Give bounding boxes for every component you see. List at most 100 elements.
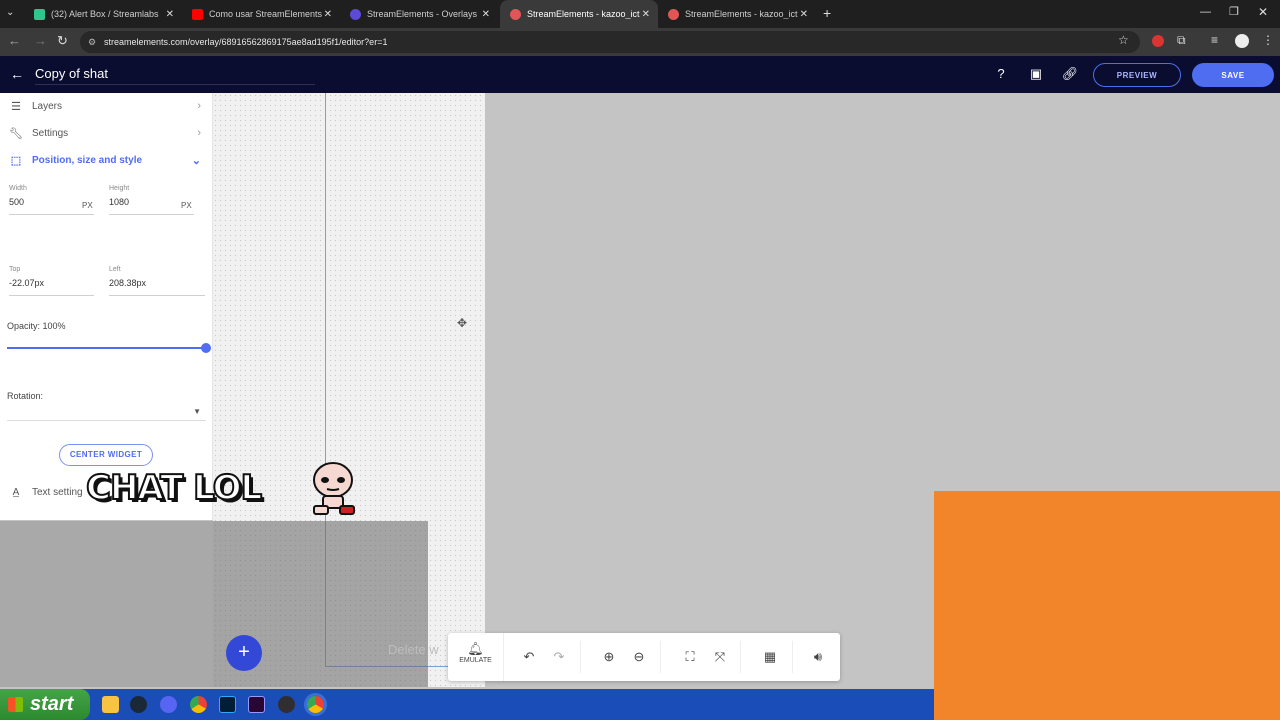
minimize-icon[interactable]: — <box>1200 6 1211 18</box>
back-icon[interactable]: ← <box>8 33 21 48</box>
height-unit: PX <box>181 201 192 210</box>
left-value: 208.38px <box>109 278 147 288</box>
reload-icon[interactable]: ↻ <box>57 33 68 49</box>
tab-favicon-icon <box>192 8 203 20</box>
file-explorer-icon[interactable] <box>102 696 119 713</box>
back-arrow-icon[interactable]: ← <box>10 66 24 82</box>
tab-favicon-icon <box>668 8 679 20</box>
width-value: 500 <box>9 197 25 207</box>
browser-tab[interactable]: StreamElements - Overlays ✕ <box>340 0 498 28</box>
center-widget-label: CENTER WIDGET <box>69 450 143 459</box>
screen-preview-icon[interactable]: ▣ <box>1027 65 1045 83</box>
opacity-slider-handle[interactable] <box>201 343 211 353</box>
grid-icon[interactable]: ▦ <box>760 647 780 667</box>
volume-icon[interactable]: 🔊︎ <box>808 647 828 667</box>
browser-tab[interactable]: (32) Alert Box / Streamlabs ✕ <box>24 0 182 28</box>
link-icon[interactable]: 🔗︎ <box>1061 65 1079 83</box>
save-button[interactable]: SAVE <box>1192 63 1274 87</box>
address-input[interactable]: ⚙ streamelements.com/overlay/68916562869… <box>80 31 1140 53</box>
editor-header: ← Copy of shat ? ▣ 🔗︎ PREVIEW SAVE <box>0 56 1280 93</box>
layers-menu-icon: ☰ <box>11 100 21 113</box>
settings-label: Settings <box>32 127 69 139</box>
os-taskbar: start <box>0 689 934 720</box>
start-button[interactable]: start <box>0 689 90 720</box>
premiere-icon[interactable] <box>248 696 265 713</box>
discord-icon[interactable] <box>160 696 177 713</box>
preview-button[interactable]: PREVIEW <box>1093 63 1181 87</box>
tab-favicon-icon <box>34 8 45 20</box>
toolbar-divider <box>740 641 741 673</box>
extensions-puzzle-icon[interactable]: ⧉ <box>1177 33 1186 48</box>
left-input[interactable]: 208.38px <box>109 278 205 296</box>
restore-icon[interactable]: ❐ <box>1229 5 1239 18</box>
selection-box-icon: ⬚ <box>10 154 22 167</box>
browser-tab-active[interactable]: StreamElements - kazoo_ict ✕ <box>500 0 658 28</box>
chevron-down-icon: ▼ <box>193 407 201 416</box>
toolbar-divider <box>792 641 793 673</box>
top-input[interactable]: -22.07px <box>9 278 94 296</box>
move-cursor-icon: ✥ <box>457 316 468 330</box>
chevron-right-icon: › <box>197 100 201 112</box>
media-control-icon[interactable]: ≡ <box>1211 33 1218 47</box>
browser-tab[interactable]: Como usar StreamElements en ✕ <box>182 0 340 28</box>
center-widget-button[interactable]: CENTER WIDGET <box>59 444 153 466</box>
fullscreen-icon[interactable]: ⛶ <box>680 647 700 667</box>
site-info-icon[interactable]: ⚙ <box>88 31 96 53</box>
close-tab-icon[interactable]: ✕ <box>800 9 808 20</box>
profile-avatar[interactable] <box>1235 34 1249 48</box>
chrome-active-icon[interactable] <box>307 696 324 713</box>
rotation-select[interactable]: ▼ <box>7 405 206 421</box>
tab-title: StreamElements - Overlays <box>367 9 478 19</box>
chevron-right-icon: › <box>197 127 201 139</box>
new-tab-icon[interactable]: + <box>823 5 831 21</box>
steam-icon[interactable] <box>130 696 147 713</box>
properties-panel: ☰ Layers › 🔧︎ Settings › ⬚ Position, siz… <box>0 93 213 520</box>
help-icon[interactable]: ? <box>992 65 1010 83</box>
undo-icon[interactable]: ↶ <box>519 647 539 667</box>
title-underline <box>35 84 315 85</box>
add-widget-button[interactable]: + <box>226 635 262 671</box>
redo-icon[interactable]: ↷ <box>549 647 569 667</box>
toolbar-divider <box>580 641 581 673</box>
layers-label: Layers <box>32 100 63 112</box>
close-window-icon[interactable]: ✕ <box>1258 5 1268 19</box>
windows-logo-icon <box>8 697 23 712</box>
wrench-icon: 🔧︎ <box>9 127 23 140</box>
photoshop-icon[interactable] <box>219 696 236 713</box>
tab-title: (32) Alert Box / Streamlabs <box>51 9 159 19</box>
emulate-button[interactable]: 🔔︎ EMULATE <box>448 633 504 681</box>
tab-title: StreamElements - kazoo_ict <box>527 9 640 19</box>
opacity-slider-track[interactable] <box>7 347 206 349</box>
zoom-in-icon[interactable]: ⊕ <box>599 647 619 667</box>
overlay-title[interactable]: Copy of shat <box>35 66 108 81</box>
close-tab-icon[interactable]: ✕ <box>642 9 650 20</box>
browser-tab[interactable]: StreamElements - kazoo_ict ✕ <box>658 0 816 28</box>
text-format-icon: A̲ <box>12 486 20 498</box>
bookmark-star-icon[interactable]: ☆ <box>1118 33 1129 47</box>
layers-row[interactable]: ☰ Layers › <box>0 93 213 119</box>
opacity-label: Opacity: 100% <box>7 321 66 331</box>
obs-icon[interactable] <box>278 696 295 713</box>
chrome-icon[interactable] <box>190 696 207 713</box>
settings-row[interactable]: 🔧︎ Settings › <box>0 120 213 146</box>
close-tab-icon[interactable]: ✕ <box>324 9 332 20</box>
close-tab-icon[interactable]: ✕ <box>482 9 490 20</box>
extension-icon[interactable] <box>1152 35 1164 47</box>
position-size-style-row[interactable]: ⬚ Position, size and style ⌄ <box>0 147 213 173</box>
browser-menu-icon[interactable]: ⋮ <box>1262 33 1274 47</box>
text-settings-label: Text setting <box>32 486 83 498</box>
width-unit: PX <box>82 201 93 210</box>
fit-screen-icon[interactable]: ⤧ <box>710 647 730 667</box>
canvas-toolbar: 🔔︎ EMULATE ↶ ↷ ⊕ ⊖ ⛶ ⤧ ▦ 🔊︎ <box>448 633 840 681</box>
zoom-out-icon[interactable]: ⊖ <box>629 647 649 667</box>
height-value: 1080 <box>109 197 130 207</box>
tab-list-chevron-icon[interactable]: ⌄ <box>6 7 14 18</box>
rotation-label: Rotation: <box>7 391 44 401</box>
left-label: Left <box>109 266 121 273</box>
forward-icon[interactable]: → <box>34 33 47 48</box>
chevron-down-icon: ⌄ <box>191 154 201 167</box>
bell-icon: 🔔︎ <box>467 641 484 656</box>
close-tab-icon[interactable]: ✕ <box>166 9 174 20</box>
faded-delete-text: Delete w <box>388 642 439 657</box>
orange-widget[interactable] <box>934 491 1280 720</box>
